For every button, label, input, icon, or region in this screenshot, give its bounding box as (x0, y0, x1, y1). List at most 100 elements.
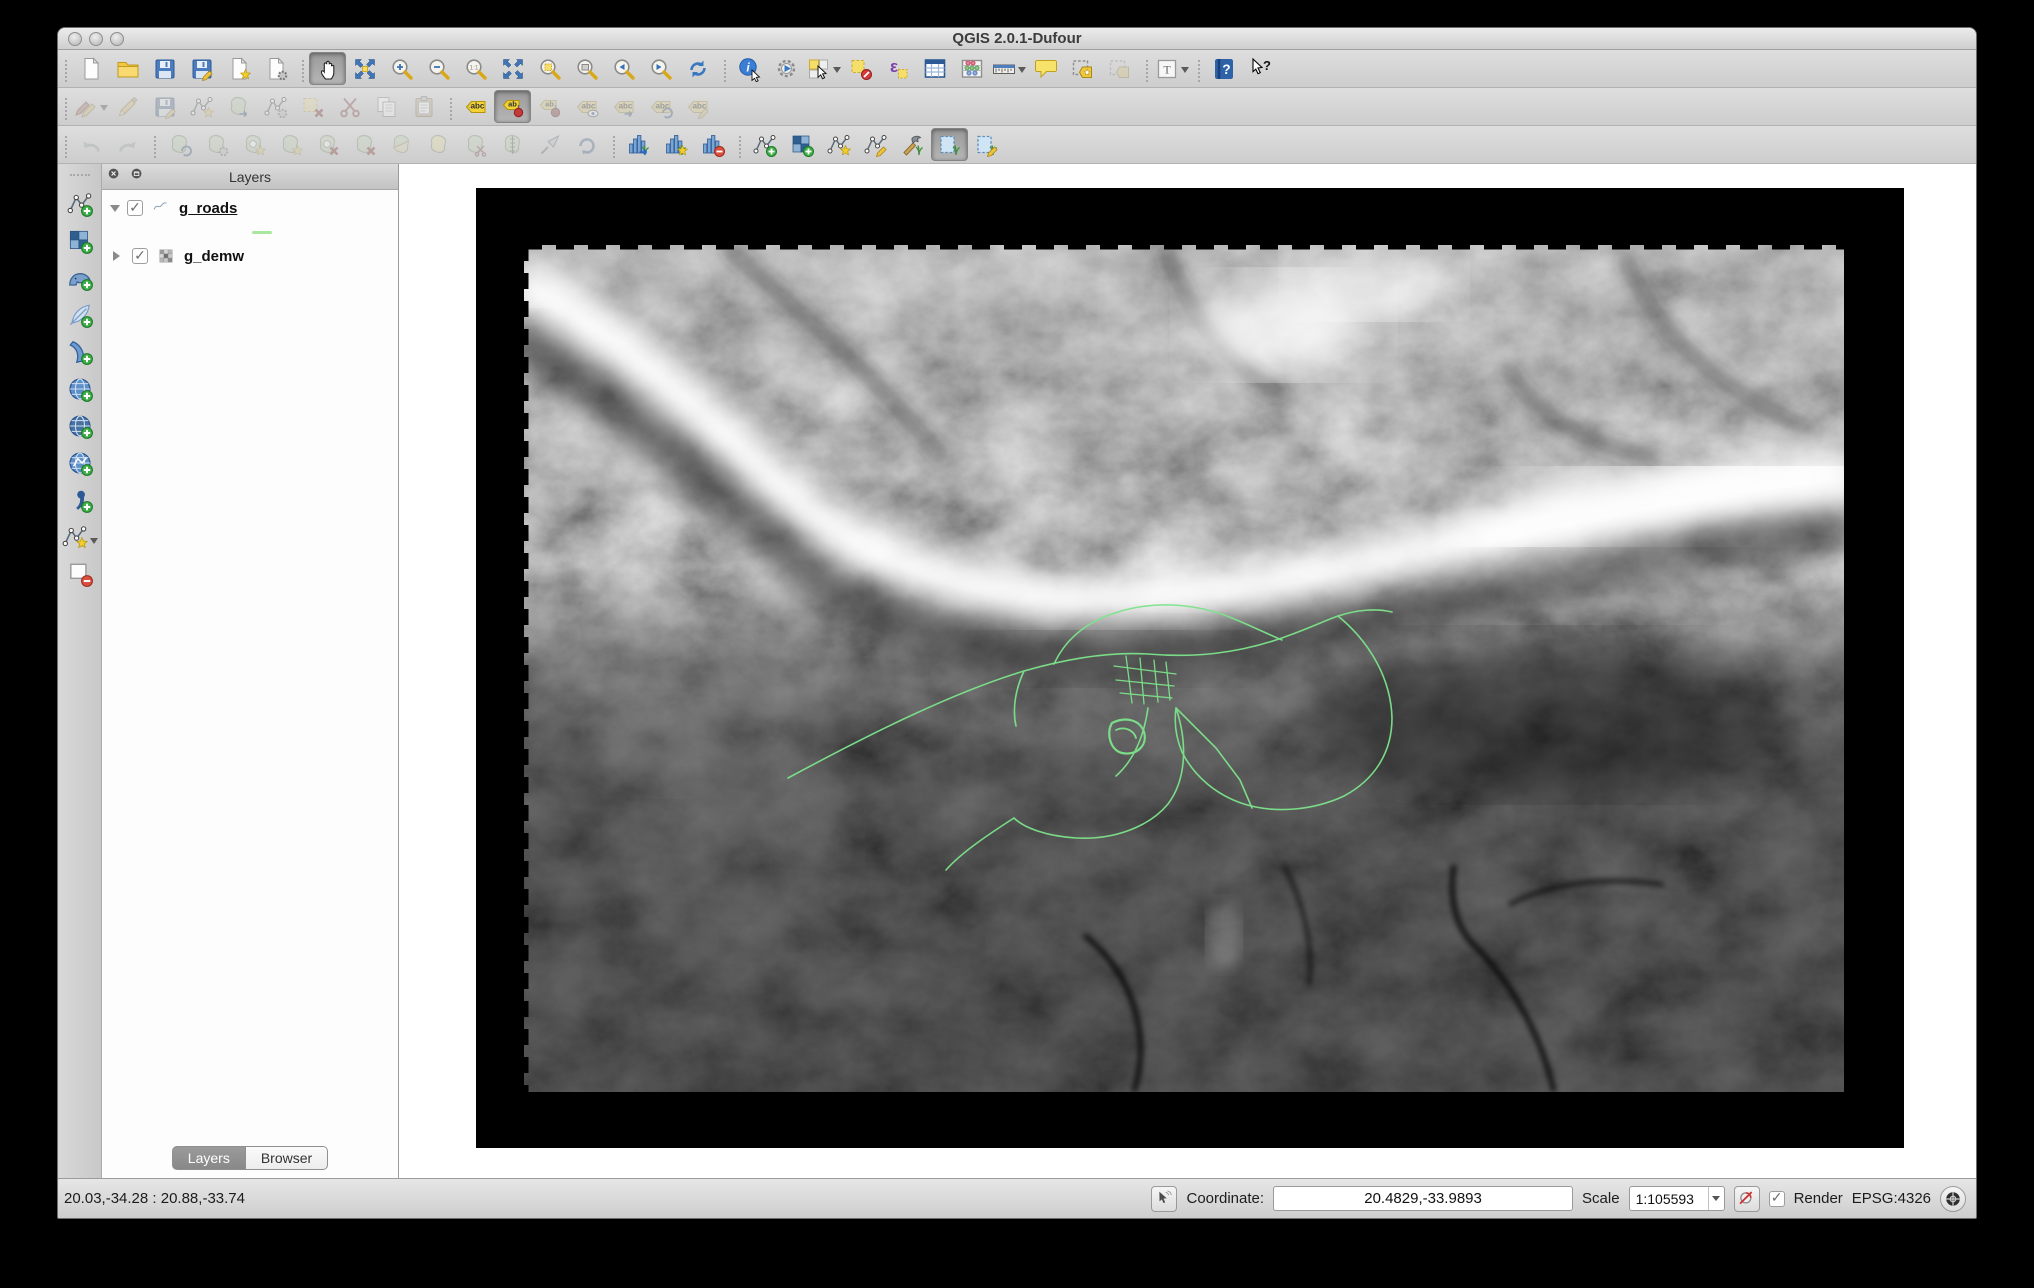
new-print-composer-button[interactable] (220, 52, 257, 85)
simplify-feature-button (198, 128, 235, 161)
simplify-feature-icon (204, 132, 230, 158)
tab-browser[interactable]: Browser (246, 1146, 328, 1170)
redo-button (109, 128, 146, 161)
expand-arrow-icon[interactable] (113, 251, 125, 261)
edit-grass-region-button[interactable] (968, 128, 1005, 161)
rotate-label-icon: abc (648, 94, 674, 120)
add-wfs-layer-button[interactable] (61, 447, 99, 484)
layer-name[interactable]: g_demw (184, 248, 244, 265)
add-spatialite-layer-button[interactable] (61, 299, 99, 336)
chevron-down-icon[interactable] (833, 67, 841, 77)
add-vector-layer-button[interactable] (61, 188, 99, 225)
measure-line-button[interactable] (990, 52, 1027, 85)
tab-layers[interactable]: Layers (172, 1146, 246, 1170)
new-shapefile-layer-button[interactable] (61, 521, 99, 558)
display-grass-region-button[interactable] (931, 128, 968, 161)
coordinate-input[interactable] (1273, 1186, 1573, 1211)
layer-item-g-demw[interactable]: g_demw (102, 242, 398, 270)
pan-map-to-selection-button[interactable] (346, 52, 383, 85)
run-feature-action-button[interactable] (768, 52, 805, 85)
zoom-to-selection-button[interactable] (531, 52, 568, 85)
grass-new-mapset-button[interactable] (657, 128, 694, 161)
remove-layer-icon (66, 560, 94, 593)
svg-text:?: ? (1263, 58, 1271, 73)
layer-visibility-checkbox[interactable] (132, 248, 148, 264)
remove-layer-button[interactable] (61, 558, 99, 595)
pan-map-button[interactable] (309, 52, 346, 85)
cut-features-button (331, 90, 368, 123)
render-checkbox[interactable] (1769, 1191, 1785, 1207)
new-grass-vector-button[interactable] (820, 128, 857, 161)
refresh-map-button[interactable] (679, 52, 716, 85)
toolbar-advanced-digitizing-grass (58, 126, 1976, 164)
stop-render-icon[interactable] (1734, 1186, 1760, 1212)
move-feature-button (220, 90, 257, 123)
merge-features-icon (537, 132, 563, 158)
identify-features-icon: i (737, 56, 763, 82)
text-annotation-button[interactable]: T (1153, 52, 1190, 85)
add-postgis-layer-button[interactable] (61, 262, 99, 299)
crs-globe-icon[interactable] (1940, 1186, 1966, 1212)
identify-features-button[interactable]: i (731, 52, 768, 85)
toolbar-drag-handle[interactable] (70, 174, 90, 184)
layer-item-g-roads[interactable]: g_roads (102, 194, 398, 222)
text-annotation-icon: T (1154, 56, 1180, 82)
zoom-out-button[interactable] (420, 52, 457, 85)
select-features-button[interactable] (805, 52, 842, 85)
open-project-button[interactable] (109, 52, 146, 85)
zoom-actual-size-button[interactable]: 1:1 (457, 52, 494, 85)
add-raster-layer-button[interactable] (61, 225, 99, 262)
edit-grass-vector-button[interactable] (857, 128, 894, 161)
add-grass-raster-layer-button[interactable] (783, 128, 820, 161)
open-attribute-table-button[interactable] (916, 52, 953, 85)
composer-manager-button[interactable] (257, 52, 294, 85)
chevron-down-icon[interactable] (100, 105, 108, 115)
layer-name[interactable]: g_roads (179, 200, 237, 217)
rotate-feature-button (161, 128, 198, 161)
save-project-button[interactable] (146, 52, 183, 85)
toolbar-area: 1:1iεT??abcabababcabcabcabc (58, 50, 1976, 164)
open-grass-tools-button[interactable] (894, 128, 931, 161)
help-contents-button[interactable]: ? (1205, 52, 1242, 85)
map-tips-button[interactable] (1027, 52, 1064, 85)
add-grass-vector-layer-button[interactable] (746, 128, 783, 161)
chevron-down-icon[interactable] (1181, 67, 1189, 77)
chevron-down-icon[interactable] (90, 538, 98, 548)
map-canvas[interactable] (399, 164, 1976, 1178)
split-features-icon (463, 132, 489, 158)
save-project-as-button[interactable] (183, 52, 220, 85)
select-by-expression-button[interactable]: ε (879, 52, 916, 85)
field-calculator-button[interactable] (953, 52, 990, 85)
grass-open-mapset-button[interactable] (620, 128, 657, 161)
layer-visibility-checkbox[interactable] (127, 200, 143, 216)
chevron-down-icon[interactable] (1018, 67, 1026, 77)
zoom-full-button[interactable] (494, 52, 531, 85)
add-mssql-layer-icon (66, 338, 94, 371)
whats-this-button[interactable]: ? (1242, 52, 1279, 85)
add-mssql-layer-button[interactable] (61, 336, 99, 373)
add-wms-layer-button[interactable] (61, 373, 99, 410)
zoom-to-layer-button[interactable] (568, 52, 605, 85)
new-project-button[interactable] (72, 52, 109, 85)
collapse-arrow-icon[interactable] (110, 205, 120, 217)
add-delimited-text-layer-button[interactable] (61, 484, 99, 521)
new-bookmark-button[interactable] (1064, 52, 1101, 85)
zoom-in-button[interactable] (383, 52, 420, 85)
zoom-actual-size-icon: 1:1 (463, 56, 489, 82)
title-bar[interactable]: QGIS 2.0.1-Dufour (58, 28, 1976, 50)
scale-combobox[interactable]: 1:105593 (1629, 1186, 1725, 1211)
zoom-next-button[interactable] (642, 52, 679, 85)
new-print-composer-icon (226, 56, 252, 82)
grass-close-mapset-button[interactable] (694, 128, 731, 161)
chevron-down-icon[interactable] (1708, 1187, 1724, 1210)
pin-labels-button[interactable]: ab (494, 90, 531, 123)
labeling-button[interactable]: abc (457, 90, 494, 123)
window-title: QGIS 2.0.1-Dufour (58, 30, 1976, 47)
add-wcs-layer-button[interactable] (61, 410, 99, 447)
deselect-all-button[interactable] (842, 52, 879, 85)
zoom-last-button[interactable] (605, 52, 642, 85)
coordinate-capture-icon[interactable] (1151, 1186, 1177, 1212)
edit-grass-region-icon (974, 132, 1000, 158)
add-vector-layer-icon (66, 190, 94, 223)
paste-features-button (405, 90, 442, 123)
